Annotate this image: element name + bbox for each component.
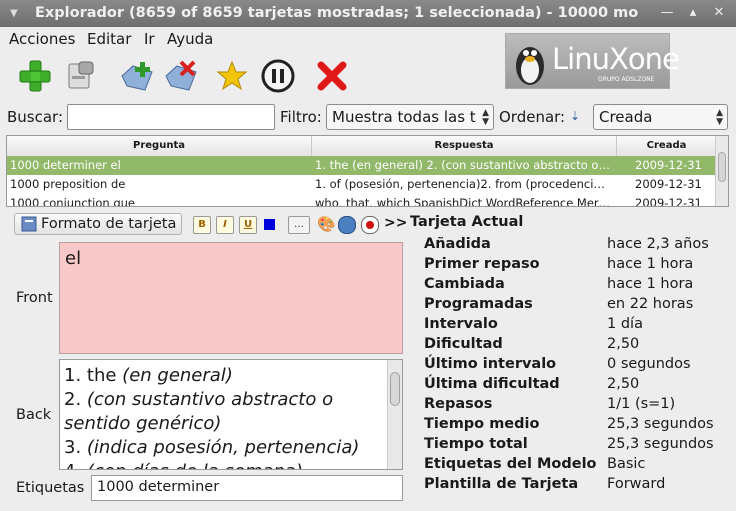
front-field[interactable]: el (59, 242, 403, 354)
cell-pregunta: 1000 preposition de (10, 177, 126, 191)
stat-row: Repasos 1/1 (s=1) (424, 396, 676, 412)
stat-row: Cambiada hace 1 hora (424, 276, 694, 292)
stat-row: Último intervalo 0 segundos (424, 356, 691, 372)
filter-select[interactable]: Muestra todas las t ▲ ▼ (326, 104, 494, 130)
table-scrollbar[interactable] (715, 136, 728, 206)
edit-card-icon (68, 61, 94, 89)
table-row[interactable]: 1000 determiner el 1. the (en general) 2… (7, 156, 717, 175)
card-format-label: Formato de tarjeta (41, 216, 177, 232)
close-icon[interactable]: ✕ (710, 4, 728, 22)
underline-button[interactable]: U (239, 216, 257, 234)
cell-respuesta: 1. of (posesión, pertenencia)2. from (pr… (315, 177, 611, 191)
updown-arrow-icon: ▲ ▼ (716, 108, 723, 127)
cell-pregunta: 1000 determiner el (10, 158, 121, 172)
column-creada[interactable]: Creada (617, 136, 717, 156)
cell-creada: 2009-12-31 (635, 158, 702, 172)
tags-field[interactable]: 1000 determiner (91, 475, 403, 501)
edit-card-button[interactable] (62, 57, 100, 95)
filter-label: Filtro: (280, 108, 322, 126)
table-row[interactable]: 1000 preposition de 1. of (posesión, per… (7, 175, 717, 194)
table-row[interactable]: 1000 conjunction que who, that, which Sp… (7, 194, 717, 207)
stat-row: Primer repaso hace 1 hora (424, 256, 694, 272)
cards-table: Pregunta Respuesta Creada 1000 determine… (6, 135, 729, 207)
maximize-icon[interactable]: ▴ (684, 4, 702, 22)
sound-icon[interactable] (338, 216, 356, 234)
stat-row: Tiempo medio 25,3 segundos (424, 416, 714, 432)
cell-creada: 2009-12-31 (635, 177, 702, 191)
cell-creada: 2009-12-31 (635, 196, 702, 207)
tags-label: Etiquetas (16, 480, 85, 496)
cell-respuesta: 1. the (en general) 2. (con sustantivo a… (315, 158, 611, 172)
delete-icon (317, 61, 347, 91)
palette-icon[interactable]: 🎨 (317, 215, 336, 233)
window-title: Explorador (8659 of 8659 tarjetas mostra… (35, 5, 639, 21)
stat-row: Añadida hace 2,3 años (424, 236, 709, 252)
add-icon (19, 60, 51, 92)
front-text: el (65, 248, 82, 269)
search-label: Buscar: (7, 108, 64, 126)
filter-value: Muestra todas las t (332, 108, 476, 126)
stat-row: Plantilla de Tarjeta Forward (424, 476, 666, 492)
cell-respuesta: who, that, which SpanishDict WordReferen… (315, 196, 611, 207)
back-field[interactable]: 1. the (en general) 2. (con sustantivo a… (59, 359, 403, 470)
delete-tag-button[interactable] (162, 57, 200, 95)
italic-button[interactable]: I (216, 216, 234, 234)
updown-arrow-icon: ▲ ▼ (482, 108, 489, 127)
add-button[interactable] (16, 57, 54, 95)
record-icon[interactable] (361, 216, 379, 234)
stat-row: Programadas en 22 horas (424, 296, 694, 312)
back-scrollbar[interactable] (387, 360, 402, 469)
menu-ayuda[interactable]: Ayuda (167, 30, 213, 48)
tags-value: 1000 determiner (97, 479, 220, 495)
card-info-title: Tarjeta Actual (410, 214, 524, 230)
toolbar (0, 51, 736, 101)
table-header: Pregunta Respuesta Creada (7, 136, 717, 157)
pause-button[interactable] (259, 57, 297, 95)
more-format-button[interactable]: … (288, 216, 310, 234)
order-select[interactable]: Creada ▲ ▼ (593, 104, 728, 130)
delete-button[interactable] (313, 57, 351, 95)
window-menu-icon[interactable]: ▼ (10, 8, 18, 19)
stat-row: Última dificultad 2,50 (424, 376, 640, 392)
pause-icon (261, 59, 295, 93)
search-input[interactable] (67, 104, 275, 130)
favorite-button[interactable] (213, 57, 251, 95)
stat-row: Intervalo 1 día (424, 316, 643, 332)
stat-row: Dificultad 2,50 (424, 336, 640, 352)
add-tag-button[interactable] (118, 57, 156, 95)
scrollbar-thumb[interactable] (718, 152, 726, 182)
order-label: Ordenar: (499, 108, 566, 126)
cell-pregunta: 1000 conjunction que (10, 196, 136, 207)
bold-button[interactable]: B (193, 216, 211, 234)
menu-editar[interactable]: Editar (87, 30, 131, 48)
back-text: 1. the (en general) 2. (con sustantivo a… (64, 365, 360, 469)
scrollbar-thumb[interactable] (390, 372, 400, 406)
search-bar: Buscar: Filtro: Muestra todas las t ▲ ▼ O… (0, 101, 736, 133)
delete-tag-icon (165, 60, 197, 91)
column-pregunta[interactable]: Pregunta (7, 136, 312, 156)
stat-row: Etiquetas del Modelo Basic (424, 456, 646, 472)
menu-ir[interactable]: Ir (144, 30, 155, 48)
star-icon (216, 60, 248, 91)
front-label: Front (16, 290, 53, 306)
stat-row: Tiempo total 25,3 segundos (424, 436, 714, 452)
menu-acciones[interactable]: Acciones (9, 30, 75, 48)
title-bar: ▼ Explorador (8659 of 8659 tarjetas most… (0, 0, 736, 27)
column-respuesta[interactable]: Respuesta (312, 136, 617, 156)
card-format-button[interactable]: Formato de tarjeta (14, 213, 182, 235)
card-format-icon (21, 216, 37, 232)
more-button[interactable]: >> (384, 215, 407, 231)
minimize-icon[interactable]: — (658, 4, 676, 22)
order-value: Creada (599, 108, 653, 126)
sort-order-icon[interactable]: ⇣ (570, 109, 580, 123)
text-color-button[interactable] (264, 219, 275, 230)
back-label: Back (16, 407, 52, 423)
add-tag-icon (121, 62, 153, 91)
